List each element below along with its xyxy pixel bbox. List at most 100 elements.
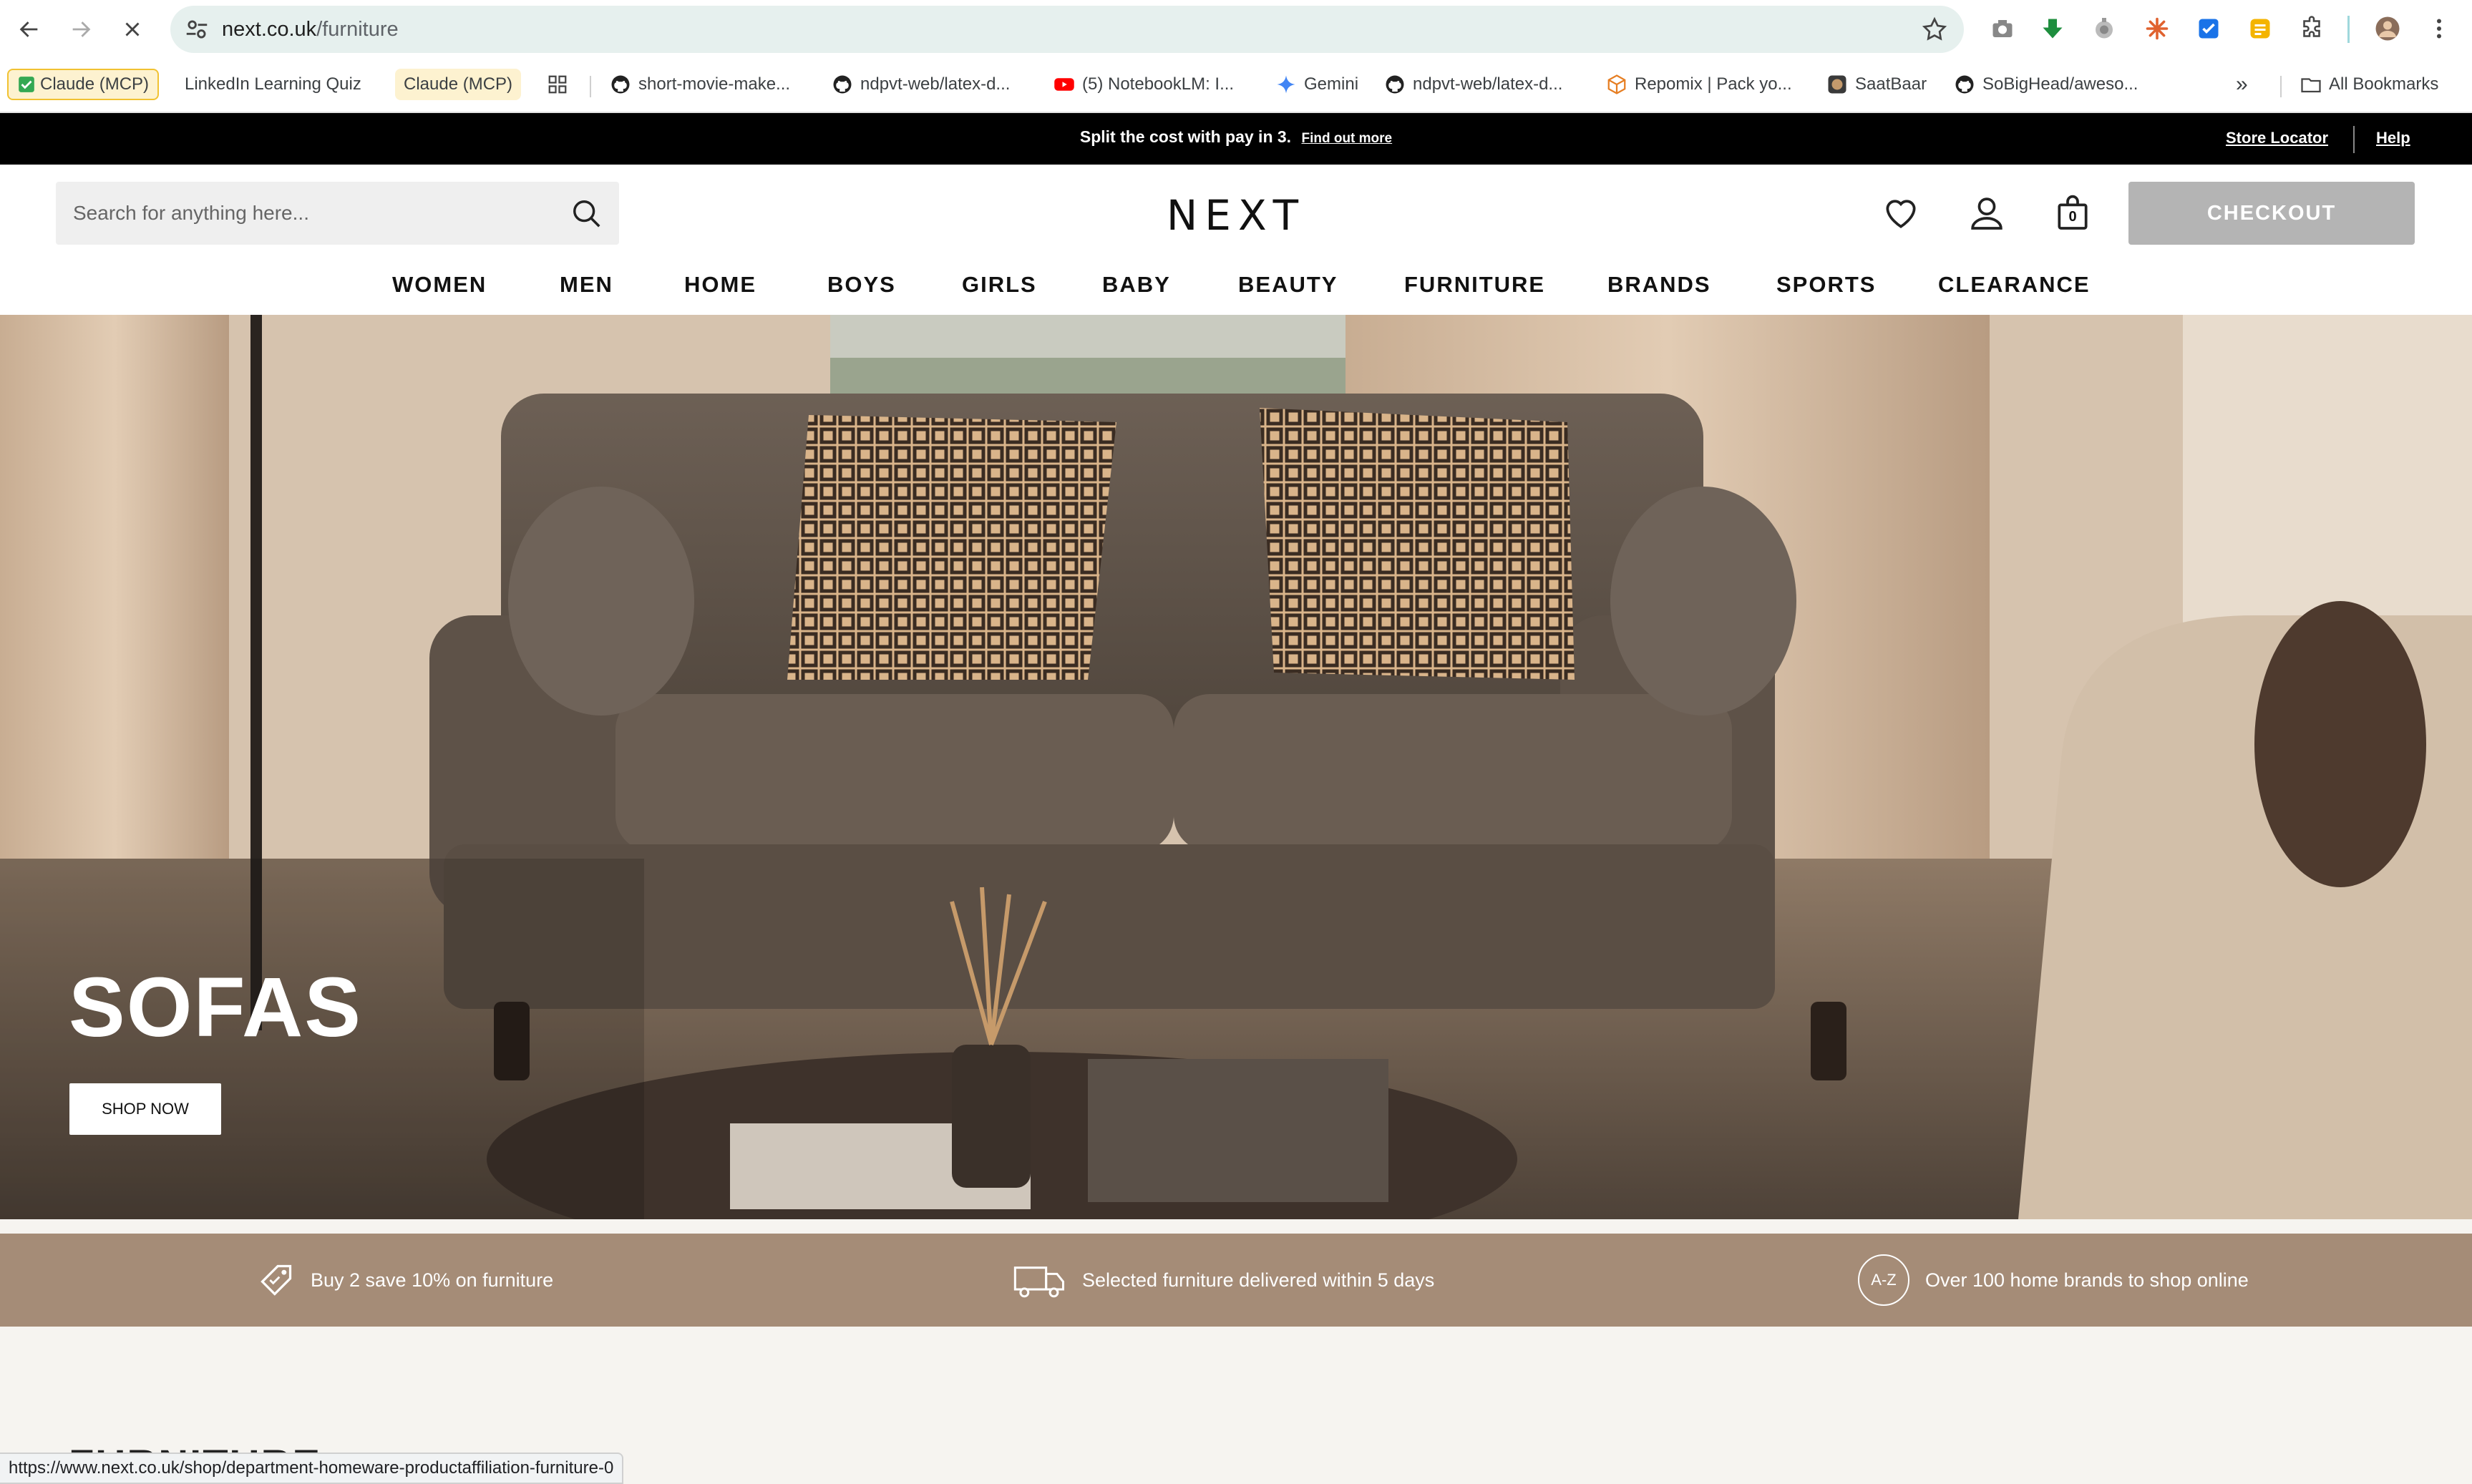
usp-text: Over 100 home brands to shop online — [1925, 1269, 2249, 1291]
usp-buy-2-save: Buy 2 save 10% on furniture — [258, 1234, 553, 1327]
download-extension-icon[interactable] — [2038, 14, 2067, 43]
main-navigation: WOMEN MEN HOME BOYS GIRLS BABY BEAUTY FU… — [0, 266, 2472, 303]
shop-now-button[interactable]: SHOP NOW — [69, 1083, 221, 1135]
youtube-icon — [1054, 78, 1074, 91]
checkout-button[interactable]: CHECKOUT — [2128, 182, 2415, 245]
a-z-icon: A-Z — [1858, 1254, 1909, 1306]
toolbar-divider — [2347, 16, 2350, 43]
stop-loading-button[interactable] — [112, 9, 153, 50]
github-icon — [1386, 75, 1404, 94]
bookmark-label: LinkedIn Learning Quiz — [185, 74, 361, 94]
site-header: NEXT 0 CHECKOUT WOMEN MEN HOME BOYS GIRL… — [0, 165, 2472, 315]
camera-extension-icon[interactable] — [1988, 14, 2017, 43]
hero-banner[interactable]: SOFAS SHOP NOW — [0, 315, 2472, 1219]
bookmark-sobighead[interactable]: SoBigHead/aweso... — [1954, 69, 2138, 100]
bookmark-saatbaar[interactable]: SaatBaar — [1826, 69, 1927, 100]
forward-button[interactable] — [60, 9, 102, 50]
promo-divider — [2353, 126, 2355, 153]
bookmark-label: ndpvt-web/latex-d... — [1413, 74, 1563, 94]
package-box-icon — [1607, 74, 1626, 94]
notes-extension-icon[interactable] — [2246, 14, 2274, 43]
all-bookmarks-button[interactable]: All Bookmarks — [2300, 69, 2438, 100]
back-button[interactable] — [9, 9, 50, 50]
nav-boys[interactable]: BOYS — [827, 266, 896, 303]
promo-text: Split the cost with pay in 3. — [1079, 127, 1292, 146]
shopping-bag-button[interactable]: 0 — [2053, 193, 2093, 233]
usp-bar: Buy 2 save 10% on furniture Selected fur… — [0, 1234, 2472, 1327]
github-icon — [833, 75, 852, 94]
url-text[interactable]: next.co.uk/furniture — [222, 16, 399, 43]
bookmark-label: Claude (MCP) — [40, 74, 150, 94]
bookmark-latex-1[interactable]: ndpvt-web/latex-d... — [832, 69, 1010, 100]
bookmark-divider — [2280, 76, 2282, 97]
next-logo[interactable]: NEXT — [1145, 190, 1327, 240]
link-status-bar: https://www.next.co.uk/shop/department-h… — [0, 1453, 624, 1484]
github-icon — [1955, 75, 1974, 94]
search-box — [56, 182, 619, 245]
store-locator-link[interactable]: Store Locator — [2226, 129, 2328, 147]
todo-extension-icon[interactable] — [2194, 14, 2223, 43]
github-icon — [611, 75, 630, 94]
nav-home[interactable]: HOME — [684, 266, 756, 303]
gemini-sparkle-icon — [1277, 75, 1295, 94]
bookmark-label: Gemini — [1304, 74, 1359, 94]
bookmark-linkedin-quiz[interactable]: LinkedIn Learning Quiz — [185, 69, 361, 100]
bookmark-latex-2[interactable]: ndpvt-web/latex-d... — [1384, 69, 1562, 100]
browser-menu-icon[interactable] — [2425, 14, 2453, 43]
forward-arrow-icon — [72, 21, 91, 37]
nav-girls[interactable]: GIRLS — [962, 266, 1037, 303]
overflow-chevron-icon: » — [2236, 72, 2248, 96]
browser-toolbar: next.co.uk/furniture — [0, 0, 2472, 59]
extensions-puzzle-icon[interactable] — [2297, 14, 2326, 43]
address-bar[interactable]: next.co.uk/furniture — [170, 6, 1964, 53]
bookmark-label: ndpvt-web/latex-d... — [860, 74, 1011, 94]
bookmark-claude-mcp-2[interactable]: Claude (MCP) — [395, 69, 522, 100]
close-icon — [125, 22, 140, 36]
timer-extension-icon[interactable] — [2090, 14, 2118, 43]
bookmark-gemini[interactable]: Gemini — [1275, 69, 1358, 100]
usp-text: Buy 2 save 10% on furniture — [311, 1269, 554, 1291]
bookmark-label: (5) NotebookLM: I... — [1082, 74, 1235, 94]
profile-avatar[interactable] — [2373, 14, 2402, 43]
bookmark-label: Claude (MCP) — [404, 74, 513, 94]
bag-count: 0 — [2068, 209, 2077, 225]
help-link[interactable]: Help — [2376, 129, 2410, 147]
delivery-truck-icon — [1013, 1266, 1065, 1298]
account-icon[interactable] — [1967, 193, 2007, 233]
sofa-hero-image — [0, 315, 2472, 1219]
bookmark-star-icon[interactable] — [1921, 16, 1948, 43]
site-settings-icon[interactable] — [183, 16, 210, 43]
all-bookmarks-label: All Bookmarks — [2329, 74, 2439, 94]
hero-title: SOFAS — [69, 960, 362, 1055]
find-out-more-link[interactable]: Find out more — [1301, 131, 1392, 146]
bookmarks-bar: Claude (MCP) LinkedIn Learning Quiz Clau… — [0, 59, 2472, 113]
search-icon[interactable] — [570, 197, 603, 230]
nav-women[interactable]: WOMEN — [392, 266, 487, 303]
nav-baby[interactable]: BABY — [1102, 266, 1171, 303]
checkbox-icon — [19, 77, 34, 92]
apps-grid-icon — [548, 75, 567, 94]
bookmark-apps[interactable] — [547, 69, 575, 100]
nav-beauty[interactable]: BEAUTY — [1238, 266, 1338, 303]
claude-extension-icon[interactable] — [2143, 14, 2171, 43]
nav-sports[interactable]: SPORTS — [1776, 266, 1876, 303]
usp-home-brands: A-Z Over 100 home brands to shop online — [1858, 1234, 2249, 1327]
bookmark-label: SaatBaar — [1855, 74, 1927, 94]
bookmark-claude-mcp[interactable]: Claude (MCP) — [7, 69, 160, 100]
heart-icon[interactable] — [1881, 193, 1921, 233]
bookmark-label: Repomix | Pack yo... — [1635, 74, 1792, 94]
bookmark-notebooklm[interactable]: (5) NotebookLM: I... — [1053, 69, 1234, 100]
nav-furniture[interactable]: FURNITURE — [1404, 266, 1545, 303]
bookmark-label: short-movie-make... — [638, 74, 791, 94]
bookmarks-overflow-button[interactable]: » — [2236, 69, 2248, 100]
usp-delivery: Selected furniture delivered within 5 da… — [1013, 1234, 1434, 1327]
url-host: next.co.uk — [222, 18, 317, 41]
bookmark-short-movie[interactable]: short-movie-make... — [610, 69, 790, 100]
nav-brands[interactable]: BRANDS — [1607, 266, 1711, 303]
folder-icon — [2301, 78, 2321, 93]
promo-message: Split the cost with pay in 3. Find out m… — [0, 127, 2472, 147]
nav-men[interactable]: MEN — [560, 266, 613, 303]
search-input[interactable] — [73, 182, 545, 245]
nav-clearance[interactable]: CLEARANCE — [1938, 266, 2091, 303]
bookmark-repomix[interactable]: Repomix | Pack yo... — [1606, 69, 1792, 100]
